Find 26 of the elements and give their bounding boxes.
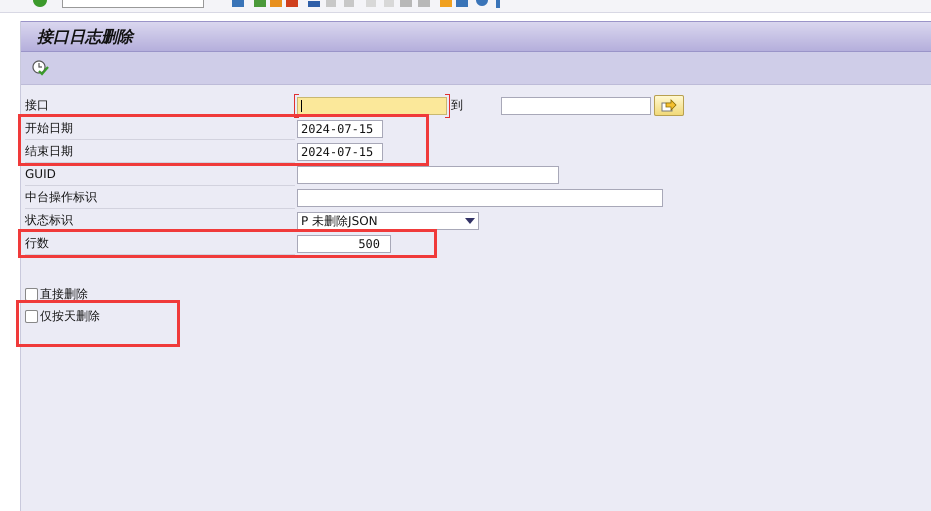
field-label: 结束日期 [25,140,295,163]
field-label: 行数 [25,232,295,255]
field-label: 开始日期 [25,117,295,140]
execute-icon[interactable] [32,60,50,76]
input-field[interactable] [501,96,651,114]
date-field[interactable]: 2024-07-15 [297,120,383,138]
date-field[interactable]: 2024-07-15 [297,142,383,160]
checkbox[interactable] [25,288,38,300]
checkbox-label: 直接删除 [40,286,88,302]
field-label: GUID [25,163,295,186]
input-field[interactable] [297,166,559,184]
field-label: 接口 [25,94,295,117]
dropdown-arrow-icon [465,218,475,224]
input-field[interactable] [297,188,663,206]
checkbox[interactable] [25,310,38,322]
screen-title: 接口日志删除 [21,21,931,52]
confirm-icon[interactable] [32,0,48,8]
field-label: 中台操作标识 [25,186,295,209]
checkbox-label: 仅按天删除 [40,308,100,324]
multiple-selection-button[interactable] [654,95,684,116]
command-field[interactable] [62,0,204,8]
range-label: 到 [450,97,464,114]
dropdown-field[interactable]: P 未删除JSON [297,212,479,230]
number-field[interactable]: 500 [297,234,391,252]
arrow-icon [661,98,677,112]
field-label: 状态标识 [25,209,295,232]
